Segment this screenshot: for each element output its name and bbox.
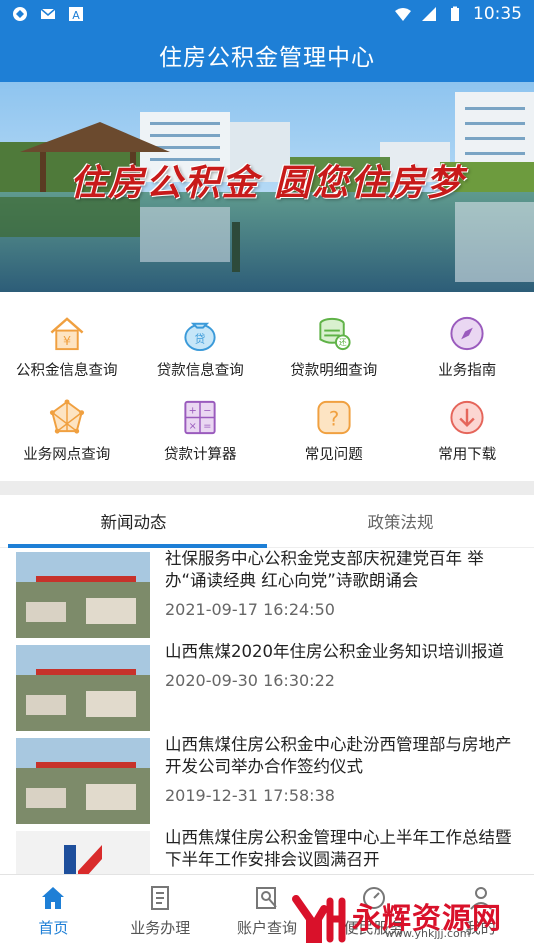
service-label: 业务指南 [438, 359, 496, 380]
svg-text:还: 还 [339, 337, 347, 347]
service-faq[interactable]: ? 常见问题 [267, 380, 401, 464]
house-yuan-icon: ¥ [47, 314, 87, 353]
svg-text:−: − [203, 406, 211, 417]
service-outlet-query[interactable]: 业务网点查询 [0, 380, 134, 464]
nav-service[interactable]: 便民服务 [320, 875, 427, 951]
nav-label: 首页 [38, 917, 68, 938]
service-label: 常用下载 [438, 443, 496, 464]
svg-text:A: A [72, 9, 80, 22]
bottom-nav: 首页 业务办理 账户查询 便民服务 我的 [0, 874, 534, 951]
news-title: 山西焦煤住房公积金管理中心上半年工作总结暨下半年工作安排会议圆满召开 [165, 827, 518, 871]
service-label: 公积金信息查询 [16, 359, 118, 380]
tab-news[interactable]: 新闻动态 [0, 495, 267, 547]
battery-icon [447, 6, 463, 22]
news-item[interactable]: 社保服务中心公积金党支部庆祝建党百年 举办“诵读经典 红心向党”诗歌朗诵会 20… [0, 548, 534, 641]
section-divider [0, 481, 534, 495]
svg-text:+: + [189, 406, 197, 417]
nav-business[interactable]: 业务办理 [107, 875, 214, 951]
news-title: 社保服务中心公积金党支部庆祝建党百年 举办“诵读经典 红心向党”诗歌朗诵会 [165, 548, 518, 592]
service-label: 常见问题 [305, 443, 363, 464]
news-tabs: 新闻动态 政策法规 [0, 495, 534, 548]
service-grid: ¥ 公积金信息查询 贷 贷款信息查询 还 贷款明细查询 业务指南 [0, 296, 534, 472]
news-list: 社保服务中心公积金党支部庆祝建党百年 举办“诵读经典 红心向党”诗歌朗诵会 20… [0, 548, 534, 874]
home-icon [40, 885, 66, 911]
service-icon [361, 885, 387, 911]
wifi-icon [395, 6, 411, 22]
nav-label: 业务办理 [130, 917, 190, 938]
app-notification-icon: A [68, 6, 84, 22]
service-label: 贷款信息查询 [157, 359, 244, 380]
service-loan-calculator[interactable]: + − × = 贷款计算器 [134, 380, 268, 464]
tab-policy[interactable]: 政策法规 [267, 495, 534, 547]
user-icon [468, 885, 494, 911]
account-search-icon [254, 885, 280, 911]
news-thumbnail [16, 645, 150, 731]
svg-text:贷: 贷 [195, 332, 206, 345]
banner-slogan: 住房公积金 圆您住房梦 [0, 154, 534, 206]
news-item[interactable]: 山西焦煤住房公积金管理中心上半年工作总结暨下半年工作安排会议圆满召开 [0, 827, 534, 874]
service-label: 贷款明细查询 [290, 359, 377, 380]
service-download[interactable]: 常用下载 [401, 380, 534, 464]
news-thumbnail [16, 831, 150, 874]
nav-home[interactable]: 首页 [0, 875, 107, 951]
money-bag-icon: 贷 [180, 314, 220, 353]
mail-icon [40, 6, 56, 22]
banner-image[interactable]: 住房公积金 圆您住房梦 [0, 82, 534, 292]
service-label: 业务网点查询 [23, 443, 110, 464]
status-time: 10:35 [473, 4, 522, 24]
news-date: 2020-09-30 16:30:22 [165, 671, 518, 690]
status-bar: A 10:35 [0, 0, 534, 28]
service-business-guide[interactable]: 业务指南 [401, 296, 534, 380]
service-loan-detail-query[interactable]: 还 贷款明细查询 [267, 296, 401, 380]
download-icon [447, 398, 487, 437]
svg-text:¥: ¥ [63, 333, 71, 348]
news-item[interactable]: 山西焦煤住房公积金中心赴汾西管理部与房地产开发公司举办合作签约仪式 2019-1… [0, 734, 534, 827]
nav-account[interactable]: 账户查询 [214, 875, 321, 951]
nav-label: 便民服务 [344, 917, 404, 938]
service-loan-info-query[interactable]: 贷 贷款信息查询 [134, 296, 268, 380]
signal-icon [421, 6, 437, 22]
compass-icon [447, 314, 487, 353]
news-title: 山西焦煤住房公积金中心赴汾西管理部与房地产开发公司举办合作签约仪式 [165, 734, 518, 778]
service-label: 贷款计算器 [164, 443, 237, 464]
service-housing-fund-query[interactable]: ¥ 公积金信息查询 [0, 296, 134, 380]
network-icon [47, 398, 87, 437]
nav-label: 我的 [466, 917, 496, 938]
news-thumbnail [16, 738, 150, 824]
news-item[interactable]: 山西焦煤2020年住房公积金业务知识培训报道 2020-09-30 16:30:… [0, 641, 534, 734]
document-icon [147, 885, 173, 911]
page-title: 住房公积金管理中心 [0, 28, 534, 82]
news-thumbnail [16, 552, 150, 638]
coin-stack-icon: 还 [314, 314, 354, 353]
news-title: 山西焦煤2020年住房公积金业务知识培训报道 [165, 641, 518, 663]
svg-text:×: × [189, 421, 197, 432]
news-date: 2019-12-31 17:58:38 [165, 786, 518, 805]
nav-label: 账户查询 [237, 917, 297, 938]
nav-mine[interactable]: 我的 [427, 875, 534, 951]
sync-icon [12, 6, 28, 22]
svg-text:?: ? [329, 407, 339, 430]
calculator-icon: + − × = [180, 398, 220, 437]
news-date: 2021-09-17 16:24:50 [165, 600, 518, 619]
question-icon: ? [314, 398, 354, 437]
svg-text:=: = [203, 421, 211, 432]
